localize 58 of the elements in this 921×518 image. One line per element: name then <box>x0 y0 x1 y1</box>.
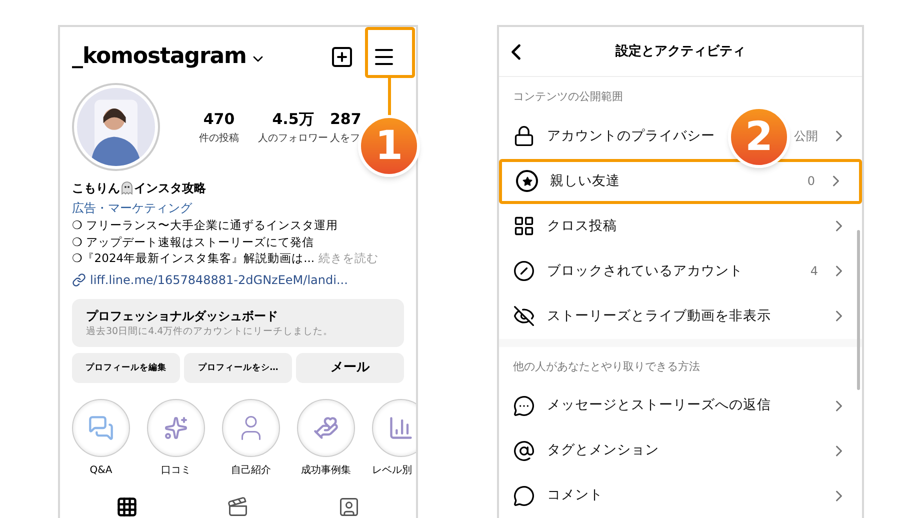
row-label: ブロックされているアカウント <box>547 262 743 281</box>
block-icon <box>513 260 535 282</box>
highlighted-row[interactable]: 親しい友達 0 <box>499 158 862 204</box>
bio-line: ❍ フリーランス〜大手企業に通ずるインスタ運用 <box>72 217 338 234</box>
screen-title: 設定とアクティビティ <box>616 42 746 61</box>
stat-label: 件の投稿 <box>199 132 239 146</box>
chart-icon <box>388 415 414 441</box>
hand-icon <box>313 415 339 441</box>
highlight-label: Q&A <box>90 464 112 478</box>
profile-button[interactable]: プロフィールをシ… <box>184 353 292 383</box>
dashboard-card[interactable]: プロフェッショナルダッシュボード 過去30日間に4.4万件のアカウントにリーチしました。 <box>72 298 404 347</box>
highlight-frame <box>365 27 415 78</box>
leader-line <box>388 78 391 118</box>
username[interactable]: _komostagram <box>72 40 246 74</box>
highlight-label: 成功事例集 <box>301 464 351 478</box>
row-value: 0 <box>807 173 815 190</box>
row-label: クロス投稿 <box>547 216 617 236</box>
dashboard-subtitle: 過去30日間に4.4万件のアカウントにリーチしました。 <box>86 324 334 339</box>
dashboard-title: プロフェッショナルダッシュボード <box>86 308 279 325</box>
profile-name: こもりん <box>72 180 120 198</box>
row-label: アカウントのプライバシー <box>547 126 715 146</box>
stat-value: 4.5万 <box>272 109 314 130</box>
row-label: 親しい友達 <box>550 172 620 191</box>
stat-value: 470 <box>203 109 235 130</box>
sparkle-icon <box>164 416 188 440</box>
row-value: 公開 <box>794 128 818 145</box>
stat-label: 人をフ <box>330 132 360 146</box>
lock-icon <box>513 125 535 147</box>
row-label: コメント <box>547 486 603 506</box>
stat-label: 人のフォロワー <box>258 132 328 146</box>
profile-link[interactable]: liff.line.me/1657848881-2dGNzEeM/landi... <box>90 270 348 289</box>
bio-line: ❍ アップデート速報はストーリーズにて発信 <box>72 234 314 250</box>
message-icon <box>513 394 535 416</box>
row-label: タグとメンション <box>547 441 659 460</box>
comment-icon <box>513 484 535 506</box>
profile-button[interactable]: プロフィールを編集 <box>72 353 180 383</box>
profile-name: インスタ攻略 <box>134 180 206 198</box>
at-icon <box>513 440 535 462</box>
link-icon <box>72 272 86 287</box>
hidden-icon <box>513 305 535 327</box>
section-header: コンテンツの公開範囲 <box>512 89 624 105</box>
grid-plus-icon <box>513 215 535 237</box>
chat-icon <box>88 415 114 441</box>
highlight-label: 自己紹介 <box>231 464 271 478</box>
section-header: 他の人があなたとやり取りできる方法 <box>512 358 701 374</box>
profile-button[interactable]: メール <box>296 353 404 383</box>
row-label: メッセージとストーリーズへの返信 <box>547 396 771 416</box>
category: 広告・マーケティング <box>72 200 194 218</box>
highlight-label: レベル別 <box>372 464 412 478</box>
row-value: 4 <box>810 263 818 280</box>
row-label: ストーリーズとライブ動画を非表示 <box>547 306 771 326</box>
grid-tab-icon[interactable] <box>116 496 138 518</box>
tagged-tab-icon[interactable] <box>338 496 360 518</box>
ghost-icon <box>120 181 134 196</box>
bio-line: ❍『2024年最新インスタ集客』解説動画は... <box>72 250 315 267</box>
highlight-label: 口コミ <box>161 464 191 478</box>
reels-tab-icon[interactable] <box>226 496 249 518</box>
add-icon[interactable] <box>330 44 354 69</box>
